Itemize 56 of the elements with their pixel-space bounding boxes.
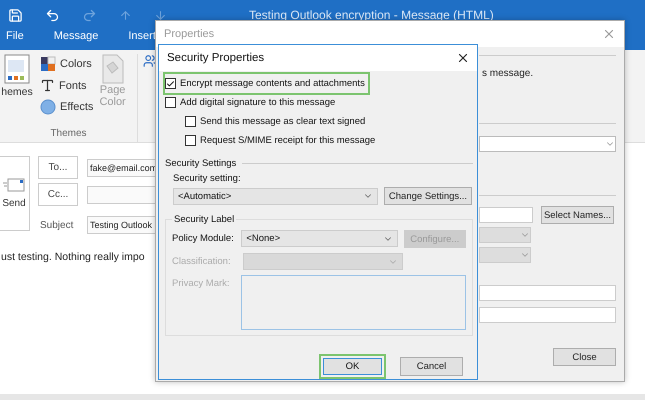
cancel-button[interactable]: Cancel xyxy=(400,357,463,376)
people-icon xyxy=(143,54,157,68)
select-names-button[interactable]: Select Names... xyxy=(541,206,614,224)
redo-icon[interactable] xyxy=(82,8,97,22)
dropdown[interactable] xyxy=(479,136,616,152)
color-palette-icon xyxy=(40,56,56,72)
field-label: Policy Module: xyxy=(172,233,234,244)
checkbox-option[interactable]: Send this message as clear text signed xyxy=(185,112,368,131)
dropdown[interactable] xyxy=(479,247,531,263)
ok-button[interactable]: OK xyxy=(323,358,382,375)
dialog-title: Security Properties xyxy=(167,52,264,64)
info-text: s message. xyxy=(481,68,534,79)
dropdown[interactable] xyxy=(479,227,531,243)
checkbox-option[interactable]: Add digital signature to this message xyxy=(165,93,338,112)
ribbon-tab[interactable]: File xyxy=(4,30,26,42)
undo-icon[interactable] xyxy=(45,8,60,22)
arrow-up-icon[interactable] xyxy=(119,8,132,22)
text-field[interactable] xyxy=(479,285,616,301)
checkbox-option[interactable]: Encrypt message contents and attachments xyxy=(165,74,368,93)
window-title: Testing Outlook encryption - Message (HTML) xyxy=(249,8,494,22)
group-heading: Security Label xyxy=(172,214,236,225)
ribbon-tab[interactable]: Message xyxy=(52,30,100,42)
themes-button[interactable]: hemes xyxy=(0,54,34,128)
field-label: Classification: xyxy=(172,256,231,267)
save-icon[interactable] xyxy=(8,8,23,22)
cc-button[interactable]: Cc... xyxy=(38,183,78,206)
classification-dropdown[interactable] xyxy=(243,253,403,270)
dialog-title: Properties xyxy=(164,28,214,40)
field-label: Privacy Mark: xyxy=(172,278,230,289)
ribbon-tab[interactable]: Insert xyxy=(126,30,158,42)
envelope-icon xyxy=(3,178,25,192)
policy-module-dropdown[interactable]: <None> xyxy=(241,230,398,247)
ribbon-button[interactable]: Colors xyxy=(40,56,94,72)
text-field[interactable] xyxy=(479,207,533,223)
page-color-icon xyxy=(100,54,125,84)
to-button[interactable]: To... xyxy=(38,156,78,179)
security-setting-dropdown[interactable]: <Automatic> xyxy=(173,188,378,204)
font-icon xyxy=(40,78,55,93)
theme-icon xyxy=(4,54,30,84)
group-label: Themes xyxy=(50,128,87,139)
close-icon[interactable] xyxy=(456,51,470,65)
send-button[interactable]: Send xyxy=(0,156,30,231)
change-settings-button[interactable]: Change Settings... xyxy=(384,187,472,205)
ribbon-button[interactable]: Effects xyxy=(40,99,94,115)
checkbox[interactable] xyxy=(185,135,196,146)
checkbox[interactable] xyxy=(185,116,196,127)
text-field[interactable] xyxy=(479,307,616,323)
checkbox[interactable] xyxy=(165,97,176,108)
checkbox[interactable] xyxy=(165,78,176,89)
close-button[interactable]: Close xyxy=(553,348,616,366)
effects-icon xyxy=(40,99,56,115)
arrow-down-icon[interactable] xyxy=(154,8,167,22)
subject-label: Subject xyxy=(39,220,74,230)
message-body: ust testing. Nothing really impo xyxy=(0,251,145,263)
checkbox-option[interactable]: Request S/MIME receipt for this message xyxy=(185,131,378,150)
ribbon-button[interactable]: Fonts xyxy=(40,78,94,93)
